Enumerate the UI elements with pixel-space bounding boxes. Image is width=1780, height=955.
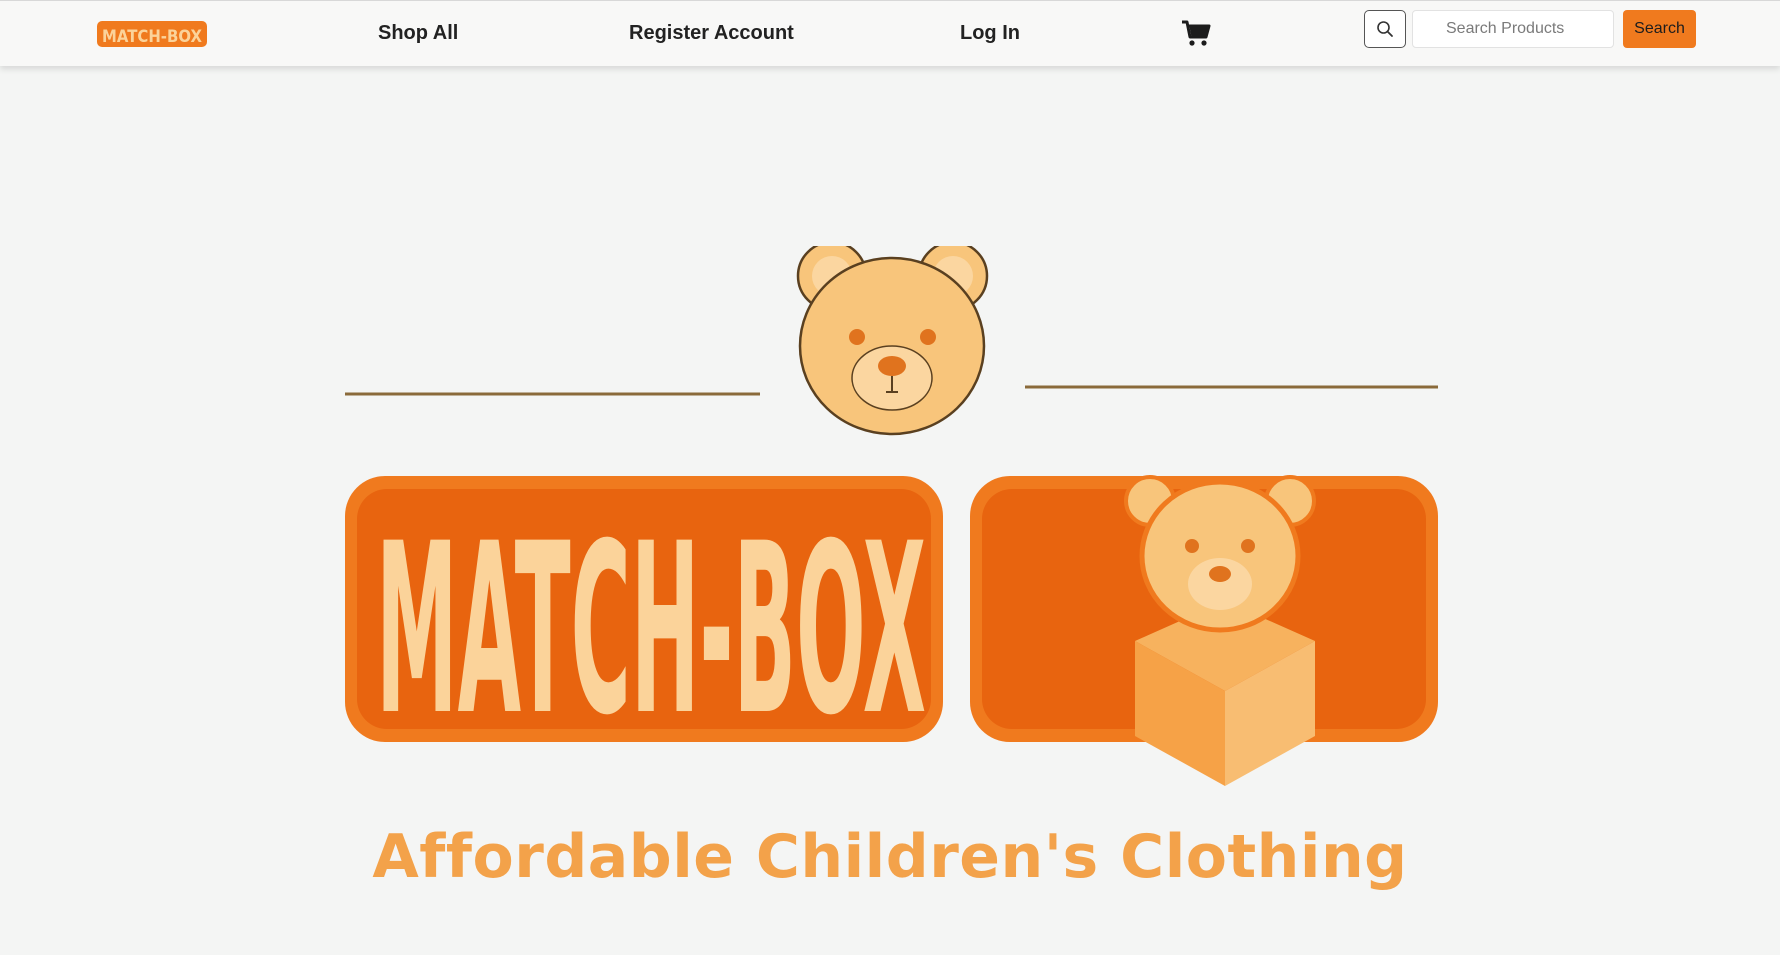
search-icon-button[interactable] xyxy=(1364,10,1406,48)
hero-section: MATCH-BOX Affordable Children's Clothing xyxy=(0,66,1780,955)
bear-head-icon xyxy=(796,246,989,436)
brand-logo[interactable]: MATCH-BOX xyxy=(96,17,208,51)
top-navbar: MATCH-BOX Shop All Register Account Log … xyxy=(0,0,1780,66)
hero-tagline: Affordable Children's Clothing xyxy=(372,822,1408,892)
search-icon xyxy=(1377,21,1393,37)
search-button[interactable]: Search xyxy=(1623,10,1696,48)
nav-link-shop-all[interactable]: Shop All xyxy=(378,22,458,45)
hero-logo: MATCH-BOX xyxy=(345,246,1438,786)
shopping-cart-icon[interactable] xyxy=(1180,17,1212,49)
search-input[interactable] xyxy=(1412,10,1614,48)
hero-logo-text: MATCH-BOX xyxy=(376,494,926,767)
nav-link-register-account[interactable]: Register Account xyxy=(629,22,794,45)
brand-logo-text: MATCH-BOX xyxy=(102,27,202,47)
nav-link-log-in[interactable]: Log In xyxy=(960,22,1020,45)
